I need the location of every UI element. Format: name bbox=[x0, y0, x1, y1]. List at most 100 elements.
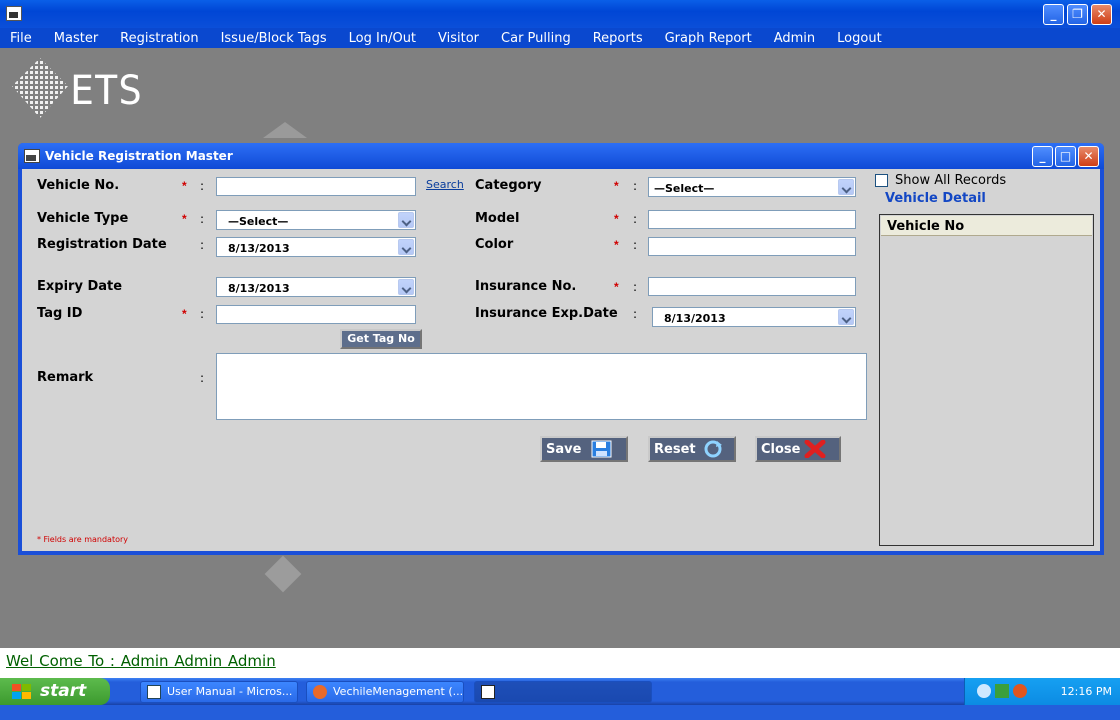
colon: : bbox=[200, 371, 205, 385]
menu-file[interactable]: File bbox=[10, 31, 32, 46]
taskbar-item-active-window[interactable] bbox=[474, 681, 652, 703]
taskbar-item-vehicle-management[interactable]: VechileMenagement (... bbox=[306, 681, 464, 703]
menu-reports[interactable]: Reports bbox=[593, 31, 643, 46]
insurance-exp-date-picker[interactable]: 8/13/2013 bbox=[652, 307, 856, 327]
word-doc-icon bbox=[147, 685, 161, 699]
menu-login-out[interactable]: Log In/Out bbox=[349, 31, 416, 46]
model-input[interactable] bbox=[648, 210, 856, 229]
tag-id-input[interactable] bbox=[216, 305, 416, 324]
registration-date-label: Registration Date bbox=[37, 237, 167, 252]
welcome-text: Wel Come To : Admin Admin Admin bbox=[6, 652, 276, 670]
search-link[interactable]: Search bbox=[426, 178, 464, 191]
ets-logo: ETS bbox=[10, 56, 170, 124]
app-titlebar: _ ❐ ✕ bbox=[0, 0, 1120, 28]
tray-back-icon[interactable] bbox=[977, 684, 991, 698]
colon: : bbox=[633, 307, 638, 321]
taskbar: start User Manual - Micros... VechileMen… bbox=[0, 678, 1120, 705]
menu-logout[interactable]: Logout bbox=[837, 31, 882, 46]
expiry-date-label: Expiry Date bbox=[37, 279, 123, 294]
menu-admin[interactable]: Admin bbox=[774, 31, 815, 46]
logo-text: ETS bbox=[70, 68, 142, 114]
start-button[interactable]: start bbox=[0, 678, 110, 705]
grid-column-header[interactable]: Vehicle No bbox=[881, 216, 1092, 236]
vehicle-type-value: —Select— bbox=[228, 215, 289, 228]
vehicle-type-select[interactable]: —Select— bbox=[216, 210, 416, 230]
menu-visitor[interactable]: Visitor bbox=[438, 31, 479, 46]
chevron-down-icon[interactable] bbox=[838, 179, 854, 195]
menu-graph-report[interactable]: Graph Report bbox=[665, 31, 752, 46]
colon: : bbox=[200, 212, 205, 226]
tray-network-icon[interactable] bbox=[995, 684, 1009, 698]
show-all-records-checkbox[interactable] bbox=[875, 174, 888, 187]
vehicle-detail-grid[interactable]: Vehicle No bbox=[879, 214, 1094, 546]
color-input[interactable] bbox=[648, 237, 856, 256]
reset-button[interactable]: Reset bbox=[648, 436, 736, 462]
save-button-label: Save bbox=[546, 441, 582, 457]
insurance-no-label: Insurance No. bbox=[475, 279, 577, 294]
close-icon[interactable]: ✕ bbox=[1091, 4, 1112, 25]
dialog-maximize-icon[interactable]: □ bbox=[1055, 146, 1076, 167]
save-button[interactable]: Save bbox=[540, 436, 628, 462]
windows-flag-icon bbox=[12, 684, 31, 699]
colon: : bbox=[200, 307, 205, 321]
required-star: * bbox=[182, 179, 187, 193]
remark-label: Remark bbox=[37, 370, 94, 385]
menu-issue-block-tags[interactable]: Issue/Block Tags bbox=[221, 31, 327, 46]
dialog-close-icon[interactable]: ✕ bbox=[1078, 146, 1099, 167]
chevron-down-icon[interactable] bbox=[398, 279, 414, 295]
system-tray: 12:16 PM bbox=[964, 678, 1120, 705]
required-star: * bbox=[182, 212, 187, 226]
vehicle-no-label: Vehicle No. bbox=[37, 178, 120, 193]
decor-diamond bbox=[264, 555, 302, 593]
chevron-down-icon[interactable] bbox=[398, 212, 414, 228]
dialog-minimize-icon[interactable]: _ bbox=[1032, 146, 1053, 167]
registration-date-picker[interactable]: 8/13/2013 bbox=[216, 237, 416, 257]
close-button-label: Close bbox=[761, 441, 801, 457]
minimize-icon[interactable]: _ bbox=[1043, 4, 1064, 25]
restore-icon[interactable]: ❐ bbox=[1067, 4, 1088, 25]
close-button[interactable]: Close bbox=[755, 436, 841, 462]
colon: : bbox=[200, 179, 205, 193]
red-x-icon bbox=[804, 439, 826, 459]
taskbar-item-label: User Manual - Micros... bbox=[167, 685, 293, 698]
ets-logo-graphic: ETS bbox=[12, 58, 142, 118]
app-icon bbox=[313, 685, 327, 699]
mandatory-note: * Fields are mandatory bbox=[37, 535, 128, 544]
insurance-exp-date-label: Insurance Exp.Date bbox=[475, 306, 618, 321]
chevron-down-icon[interactable] bbox=[838, 309, 854, 325]
insurance-exp-date-value: 8/13/2013 bbox=[664, 312, 726, 325]
get-tag-no-button[interactable]: Get Tag No bbox=[340, 329, 422, 349]
tray-app-icon[interactable] bbox=[1013, 684, 1027, 698]
start-label: start bbox=[40, 681, 87, 701]
refresh-icon bbox=[702, 440, 724, 458]
menu-car-pulling[interactable]: Car Pulling bbox=[501, 31, 571, 46]
reset-button-label: Reset bbox=[654, 441, 696, 457]
taskbar-item-user-manual[interactable]: User Manual - Micros... bbox=[140, 681, 298, 703]
show-all-records-label: Show All Records bbox=[895, 173, 1007, 188]
required-star: * bbox=[614, 280, 619, 294]
required-star: * bbox=[614, 179, 619, 193]
registration-date-value: 8/13/2013 bbox=[228, 242, 290, 255]
app-icon bbox=[6, 6, 22, 21]
insurance-no-input[interactable] bbox=[648, 277, 856, 296]
dialog-titlebar: Vehicle Registration Master _ □ ✕ bbox=[18, 143, 1104, 169]
vehicle-no-input[interactable] bbox=[216, 177, 416, 196]
window-icon bbox=[481, 685, 495, 699]
floppy-disk-icon bbox=[591, 440, 613, 458]
decor-triangle bbox=[263, 122, 307, 138]
vehicle-no-column: Vehicle No bbox=[887, 219, 965, 234]
menu-registration[interactable]: Registration bbox=[120, 31, 198, 46]
required-star: * bbox=[614, 212, 619, 226]
dialog-title: Vehicle Registration Master bbox=[45, 149, 233, 163]
menu-master[interactable]: Master bbox=[54, 31, 98, 46]
category-select[interactable]: —Select— bbox=[648, 177, 856, 197]
vehicle-detail-title: Vehicle Detail bbox=[885, 191, 986, 206]
chevron-down-icon[interactable] bbox=[398, 239, 414, 255]
remark-textarea[interactable] bbox=[216, 353, 867, 420]
expiry-date-picker[interactable]: 8/13/2013 bbox=[216, 277, 416, 297]
required-star: * bbox=[182, 307, 187, 321]
taskbar-item-label: VechileMenagement (... bbox=[333, 685, 464, 698]
model-label: Model bbox=[475, 211, 520, 226]
taskbar-clock: 12:16 PM bbox=[1060, 685, 1112, 698]
colon: : bbox=[633, 238, 638, 252]
